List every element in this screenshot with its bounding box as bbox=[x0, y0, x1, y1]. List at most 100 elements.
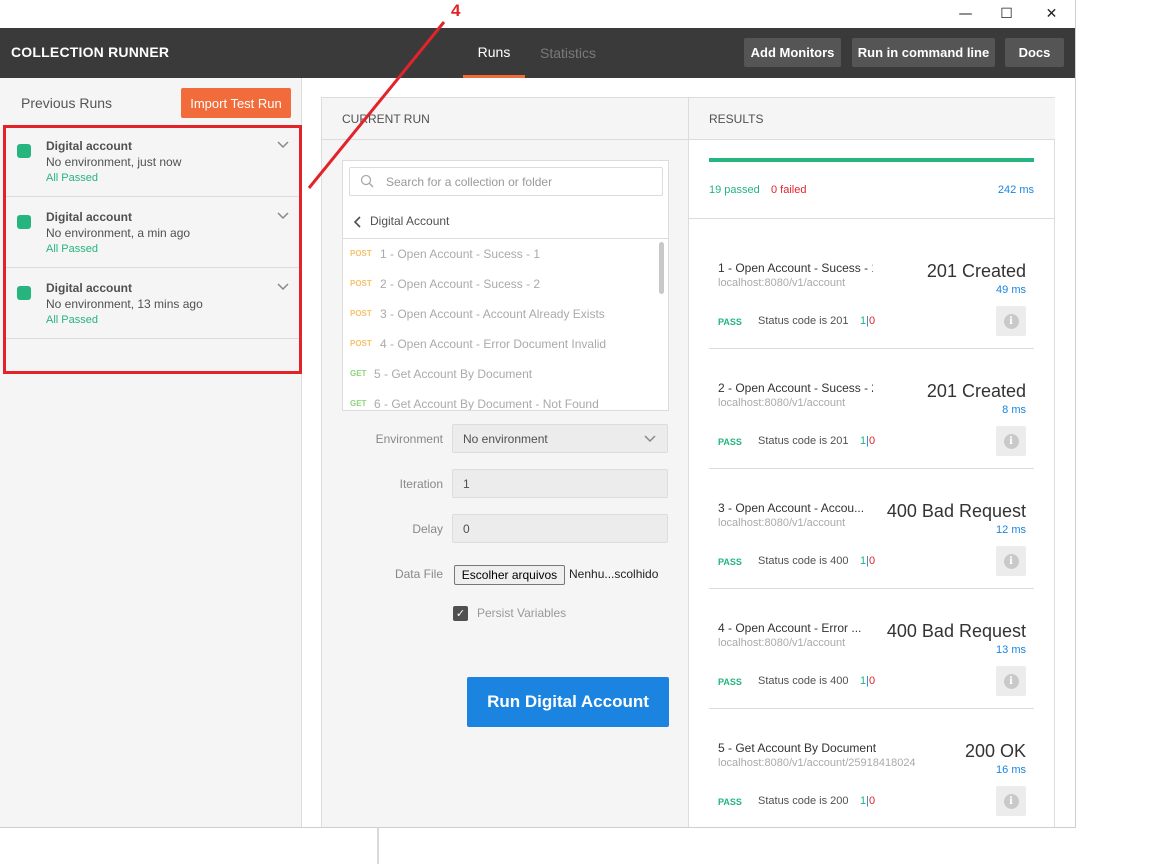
search-placeholder: Search for a collection or folder bbox=[386, 175, 553, 189]
run-subtitle: No environment, just now bbox=[46, 155, 182, 169]
app-title: COLLECTION RUNNER bbox=[11, 44, 170, 60]
info-button[interactable]: i bbox=[996, 426, 1026, 456]
request-method: POST bbox=[350, 309, 372, 318]
results-label: RESULTS bbox=[709, 112, 764, 126]
close-button[interactable]: ✕ bbox=[1029, 0, 1074, 28]
run-name: Digital account bbox=[46, 210, 133, 224]
app-header: COLLECTION RUNNER Runs Statistics Add Mo… bbox=[0, 28, 1075, 78]
request-item[interactable]: GET 6 - Get Account By Document - Not Fo… bbox=[343, 389, 658, 410]
app-window: — ☐ ✕ COLLECTION RUNNER Runs Statistics … bbox=[0, 0, 1076, 828]
request-name: 5 - Get Account By Document bbox=[374, 367, 533, 381]
run-status-dot bbox=[17, 144, 31, 158]
result-status-code: 400 Bad Request bbox=[886, 621, 1026, 641]
chevron-down-icon[interactable] bbox=[276, 138, 290, 152]
result-name: 5 - Get Account By Document bbox=[718, 741, 877, 755]
file-status: Nenhu...scolhido bbox=[569, 567, 659, 581]
maximize-button[interactable]: ☐ bbox=[984, 0, 1029, 28]
add-monitors-button[interactable]: Add Monitors bbox=[744, 38, 841, 67]
run-item[interactable]: Digital account No environment, just now… bbox=[4, 126, 299, 197]
passed-count: 19 passed bbox=[709, 184, 760, 196]
fail-count: 0 bbox=[868, 675, 876, 687]
request-method: POST bbox=[350, 339, 372, 348]
result-name: 1 - Open Account - Sucess - 1 bbox=[718, 261, 873, 275]
test-counts: 1|0 bbox=[860, 675, 875, 687]
request-item[interactable]: POST 3 - Open Account - Account Already … bbox=[343, 299, 658, 329]
delay-input[interactable]: 0 bbox=[452, 514, 668, 543]
run-name: Digital account bbox=[46, 281, 133, 295]
docs-button[interactable]: Docs bbox=[1005, 38, 1064, 67]
collection-picker: Search for a collection or folder Digita… bbox=[342, 160, 669, 411]
info-button[interactable]: i bbox=[996, 546, 1026, 576]
fail-count: 0 bbox=[868, 315, 876, 327]
run-status: All Passed bbox=[46, 243, 98, 255]
result-url: localhost:8080/v1/account bbox=[718, 277, 846, 289]
result-status-code: 200 OK bbox=[964, 741, 1026, 761]
annotation-number: 4 bbox=[451, 1, 461, 20]
title-bar: — ☐ ✕ bbox=[0, 0, 1075, 28]
run-list: Digital account No environment, just now… bbox=[4, 126, 299, 339]
result-url: localhost:8080/v1/account bbox=[718, 517, 846, 529]
request-list-scrollbar[interactable] bbox=[659, 242, 664, 294]
pass-badge: PASS bbox=[718, 677, 742, 687]
run-status: All Passed bbox=[46, 172, 98, 184]
run-item[interactable]: Digital account No environment, 13 mins … bbox=[4, 268, 299, 339]
tab-statistics[interactable]: Statistics bbox=[540, 28, 596, 78]
result-url: localhost:8080/v1/account/25918418024 bbox=[718, 757, 916, 769]
search-icon bbox=[360, 174, 374, 188]
result-status-code: 201 Created bbox=[926, 381, 1026, 401]
request-item[interactable]: GET 5 - Get Account By Document bbox=[343, 359, 658, 389]
result-time: 16 ms bbox=[996, 764, 1026, 776]
data-file-label: Data File bbox=[394, 567, 443, 581]
request-method: GET bbox=[350, 399, 367, 408]
result-item[interactable]: 4 - Open Account - Error ... localhost:8… bbox=[709, 589, 1034, 709]
result-time: 8 ms bbox=[1002, 404, 1026, 416]
search-input[interactable]: Search for a collection or folder bbox=[349, 167, 663, 196]
result-item[interactable]: 2 - Open Account - Sucess - 2 localhost:… bbox=[709, 349, 1034, 469]
persist-variables-checkbox[interactable]: ✓ bbox=[453, 606, 468, 621]
chevron-down-icon[interactable] bbox=[276, 209, 290, 223]
test-name: Status code is 400 bbox=[758, 675, 849, 687]
tab-runs[interactable]: Runs bbox=[463, 28, 525, 78]
failed-count: 0 failed bbox=[771, 184, 807, 196]
result-item[interactable]: 1 - Open Account - Sucess - 1 localhost:… bbox=[709, 229, 1034, 349]
chevron-down-icon[interactable] bbox=[276, 280, 290, 294]
fail-count: 0 bbox=[868, 555, 876, 567]
results-progress-bar bbox=[709, 158, 1034, 162]
result-name: 4 - Open Account - Error ... bbox=[718, 621, 862, 635]
iteration-input[interactable]: 1 bbox=[452, 469, 668, 498]
request-name: 6 - Get Account By Document - Not Found bbox=[374, 397, 599, 410]
result-time: 13 ms bbox=[996, 644, 1026, 656]
chevron-left-icon[interactable] bbox=[352, 215, 364, 229]
results-header: RESULTS bbox=[689, 98, 1055, 140]
request-name: 1 - Open Account - Sucess - 1 bbox=[380, 247, 541, 261]
choose-file-button[interactable]: Escolher arquivos bbox=[454, 565, 565, 585]
result-url: localhost:8080/v1/account bbox=[718, 397, 846, 409]
fail-count: 0 bbox=[868, 795, 876, 807]
info-icon: i bbox=[1003, 673, 1019, 689]
run-item[interactable]: Digital account No environment, a min ag… bbox=[4, 197, 299, 268]
request-item[interactable]: POST 1 - Open Account - Sucess - 1 bbox=[343, 239, 658, 269]
breadcrumb[interactable]: Digital Account bbox=[343, 205, 668, 239]
run-status-dot bbox=[17, 286, 31, 300]
request-item[interactable]: POST 2 - Open Account - Sucess - 2 bbox=[343, 269, 658, 299]
info-icon: i bbox=[1003, 793, 1019, 809]
pass-badge: PASS bbox=[718, 317, 742, 327]
persist-variables-label: Persist Variables bbox=[477, 606, 567, 620]
info-button[interactable]: i bbox=[996, 666, 1026, 696]
run-collection-button[interactable]: Run Digital Account bbox=[467, 677, 669, 727]
test-counts: 1|0 bbox=[860, 435, 875, 447]
import-test-run-button[interactable]: Import Test Run bbox=[181, 88, 291, 118]
test-counts: 1|0 bbox=[860, 555, 875, 567]
test-counts: 1|0 bbox=[860, 315, 875, 327]
run-name: Digital account bbox=[46, 139, 133, 153]
previous-runs-sidebar: Previous Runs Import Test Run Digital ac… bbox=[0, 78, 302, 827]
environment-select[interactable]: No environment bbox=[452, 424, 668, 453]
result-item[interactable]: 3 - Open Account - Accou... localhost:80… bbox=[709, 469, 1034, 589]
request-item[interactable]: POST 4 - Open Account - Error Document I… bbox=[343, 329, 658, 359]
info-button[interactable]: i bbox=[996, 786, 1026, 816]
minimize-button[interactable]: — bbox=[943, 0, 988, 28]
run-in-command-line-button[interactable]: Run in command line bbox=[852, 38, 995, 67]
result-item[interactable]: 5 - Get Account By Document localhost:80… bbox=[709, 709, 1034, 827]
info-button[interactable]: i bbox=[996, 306, 1026, 336]
request-name: 4 - Open Account - Error Document Invali… bbox=[380, 337, 607, 351]
